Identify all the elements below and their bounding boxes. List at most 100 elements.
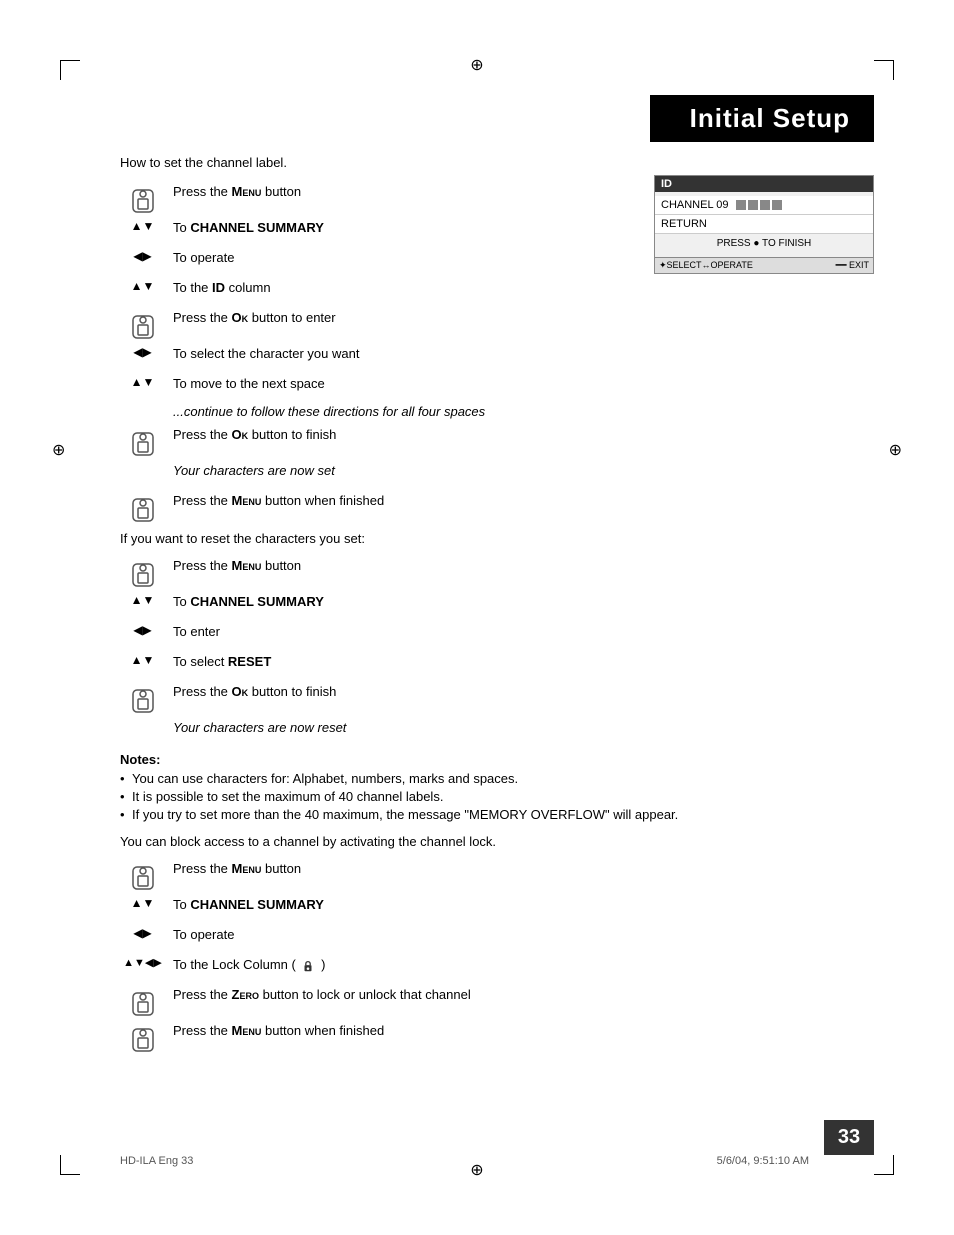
notes-section: Notes: You can use characters for: Alpha… [120, 752, 874, 822]
instr-row-7: ▲▼ To move to the next space [120, 374, 874, 400]
main-content: How to set the channel label. Press the … [120, 155, 874, 1057]
crosshair-top: ⊕ [470, 55, 483, 75]
instr-row-5: Press the Ok button to enter [120, 308, 874, 340]
instr-row-3: ◀▶ To operate [120, 248, 874, 274]
icon-remote-lock-2 [120, 985, 165, 1017]
instr-text-14: To select RESET [165, 652, 874, 672]
instr-text-lock-3: To operate [165, 925, 874, 945]
icon-empty-2 [120, 718, 165, 720]
instr-text-lock-5: Press the Zero button to lock or unlock … [165, 985, 874, 1005]
corner-mark-tr [893, 60, 894, 80]
icon-remote-2 [120, 308, 165, 340]
icon-remote-4 [120, 491, 165, 523]
instr-text-13: To enter [165, 622, 874, 642]
instr-row-1: Press the Menu button [120, 182, 874, 214]
icon-remote-3 [120, 425, 165, 457]
note-3: If you try to set more than the 40 maxim… [120, 807, 874, 822]
instr-row-lock-5: Press the Zero button to lock or unlock … [120, 985, 874, 1017]
lock-icon [301, 959, 315, 973]
updown-arrows-5: ▲▼ [131, 654, 155, 666]
icon-leftright-lock-1: ◀▶ [120, 925, 165, 939]
page-number: 33 [824, 1120, 874, 1155]
reset-intro: If you want to reset the characters you … [120, 531, 874, 546]
icon-remote-1 [120, 182, 165, 214]
instr-text-10: Press the Menu button when finished [165, 491, 874, 511]
instr-row-lock-6: Press the Menu button when finished [120, 1021, 874, 1053]
instr-text-9: Your characters are now set [165, 461, 874, 481]
icon-empty-1 [120, 461, 165, 463]
corner-mark-tl [60, 60, 61, 80]
corner-mark-tl2 [60, 60, 80, 61]
page-title: Initial Setup [650, 95, 874, 142]
instr-text-lock-4: To the Lock Column ( ) [165, 955, 874, 975]
crosshair-bottom: ⊕ [470, 1160, 483, 1180]
notes-list: You can use characters for: Alphabet, nu… [120, 771, 874, 822]
corner-mark-tr2 [874, 60, 894, 61]
instr-row-15: Press the Ok button to finish [120, 682, 874, 714]
corner-mark-bl2 [60, 1174, 80, 1175]
corner-mark-br [893, 1155, 894, 1175]
leftright-arrows-lock-1: ◀▶ [133, 927, 151, 939]
notes-title: Notes: [120, 752, 874, 767]
instr-row-lock-2: ▲▼ To CHANNEL SUMMARY [120, 895, 874, 921]
icon-leftright-1: ◀▶ [120, 248, 165, 262]
icon-updown-lock-1: ▲▼ [120, 895, 165, 909]
leftright-arrows-2: ◀▶ [133, 346, 151, 358]
footer-left: HD-ILA Eng 33 [120, 1155, 193, 1167]
icon-remote-5 [120, 556, 165, 588]
icon-remote-lock-1 [120, 859, 165, 891]
instr-row-11: Press the Menu button [120, 556, 874, 588]
icon-remote-lock-3 [120, 1021, 165, 1053]
instr-row-4: ▲▼ To the ID column [120, 278, 874, 304]
crosshair-left: ⊕ [52, 440, 65, 460]
instr-row-14: ▲▼ To select RESET [120, 652, 874, 678]
instr-text-16: Your characters are now reset [165, 718, 874, 738]
instr-text-lock-1: Press the Menu button [165, 859, 874, 879]
instr-row-2: ▲▼ To CHANNEL SUMMARY [120, 218, 874, 244]
instr-text-6: To select the character you want [165, 344, 874, 364]
instr-text-2: To CHANNEL SUMMARY [165, 218, 874, 238]
updown-arrows-lock-1: ▲▼ [131, 897, 155, 909]
instr-text-7: To move to the next space [165, 374, 874, 394]
icon-updown-1: ▲▼ [120, 218, 165, 232]
instr-row-6: ◀▶ To select the character you want [120, 344, 874, 370]
instr-text-3: To operate [165, 248, 874, 268]
instr-text-lock-2: To CHANNEL SUMMARY [165, 895, 874, 915]
updown-arrows: ▲▼ [131, 220, 155, 232]
continue-text: ...continue to follow these directions f… [173, 404, 874, 419]
instr-row-lock-1: Press the Menu button [120, 859, 874, 891]
corner-mark-bl [60, 1155, 61, 1175]
instr-text-11: Press the Menu button [165, 556, 874, 576]
instr-row-16: Your characters are now reset [120, 718, 874, 744]
instr-row-lock-3: ◀▶ To operate [120, 925, 874, 951]
instr-row-lock-4: ▲▼◀▶ To the Lock Column ( ) [120, 955, 874, 981]
icon-leftright-2: ◀▶ [120, 344, 165, 358]
icon-all-lock: ▲▼◀▶ [120, 955, 165, 970]
instr-row-13: ◀▶ To enter [120, 622, 874, 648]
note-1: You can use characters for: Alphabet, nu… [120, 771, 874, 786]
intro-text: How to set the channel label. [120, 155, 874, 170]
instr-text-5: Press the Ok button to enter [165, 308, 874, 328]
instr-row-9: Your characters are now set [120, 461, 874, 487]
instr-text-12: To CHANNEL SUMMARY [165, 592, 874, 612]
footer-right: 5/6/04, 9:51:10 AM [717, 1155, 809, 1167]
lock-intro: You can block access to a channel by act… [120, 834, 874, 849]
instr-text-1: Press the Menu button [165, 182, 874, 202]
icon-updown-2: ▲▼ [120, 278, 165, 292]
leftright-arrows-3: ◀▶ [133, 624, 151, 636]
instr-text-4: To the ID column [165, 278, 874, 298]
corner-mark-br2 [874, 1174, 894, 1175]
icon-updown-3: ▲▼ [120, 374, 165, 388]
instr-row-10: Press the Menu button when finished [120, 491, 874, 523]
icon-remote-6 [120, 682, 165, 714]
instr-text-lock-6: Press the Menu button when finished [165, 1021, 874, 1041]
instr-text-8: Press the Ok button to finish [165, 425, 874, 445]
updown-arrows-3: ▲▼ [131, 376, 155, 388]
instr-row-12: ▲▼ To CHANNEL SUMMARY [120, 592, 874, 618]
icon-updown-5: ▲▼ [120, 652, 165, 666]
instr-row-8: Press the Ok button to finish [120, 425, 874, 457]
all-arrows: ▲▼◀▶ [123, 957, 162, 970]
crosshair-right: ⊕ [889, 440, 902, 460]
note-2: It is possible to set the maximum of 40 … [120, 789, 874, 804]
updown-arrows-2: ▲▼ [131, 280, 155, 292]
